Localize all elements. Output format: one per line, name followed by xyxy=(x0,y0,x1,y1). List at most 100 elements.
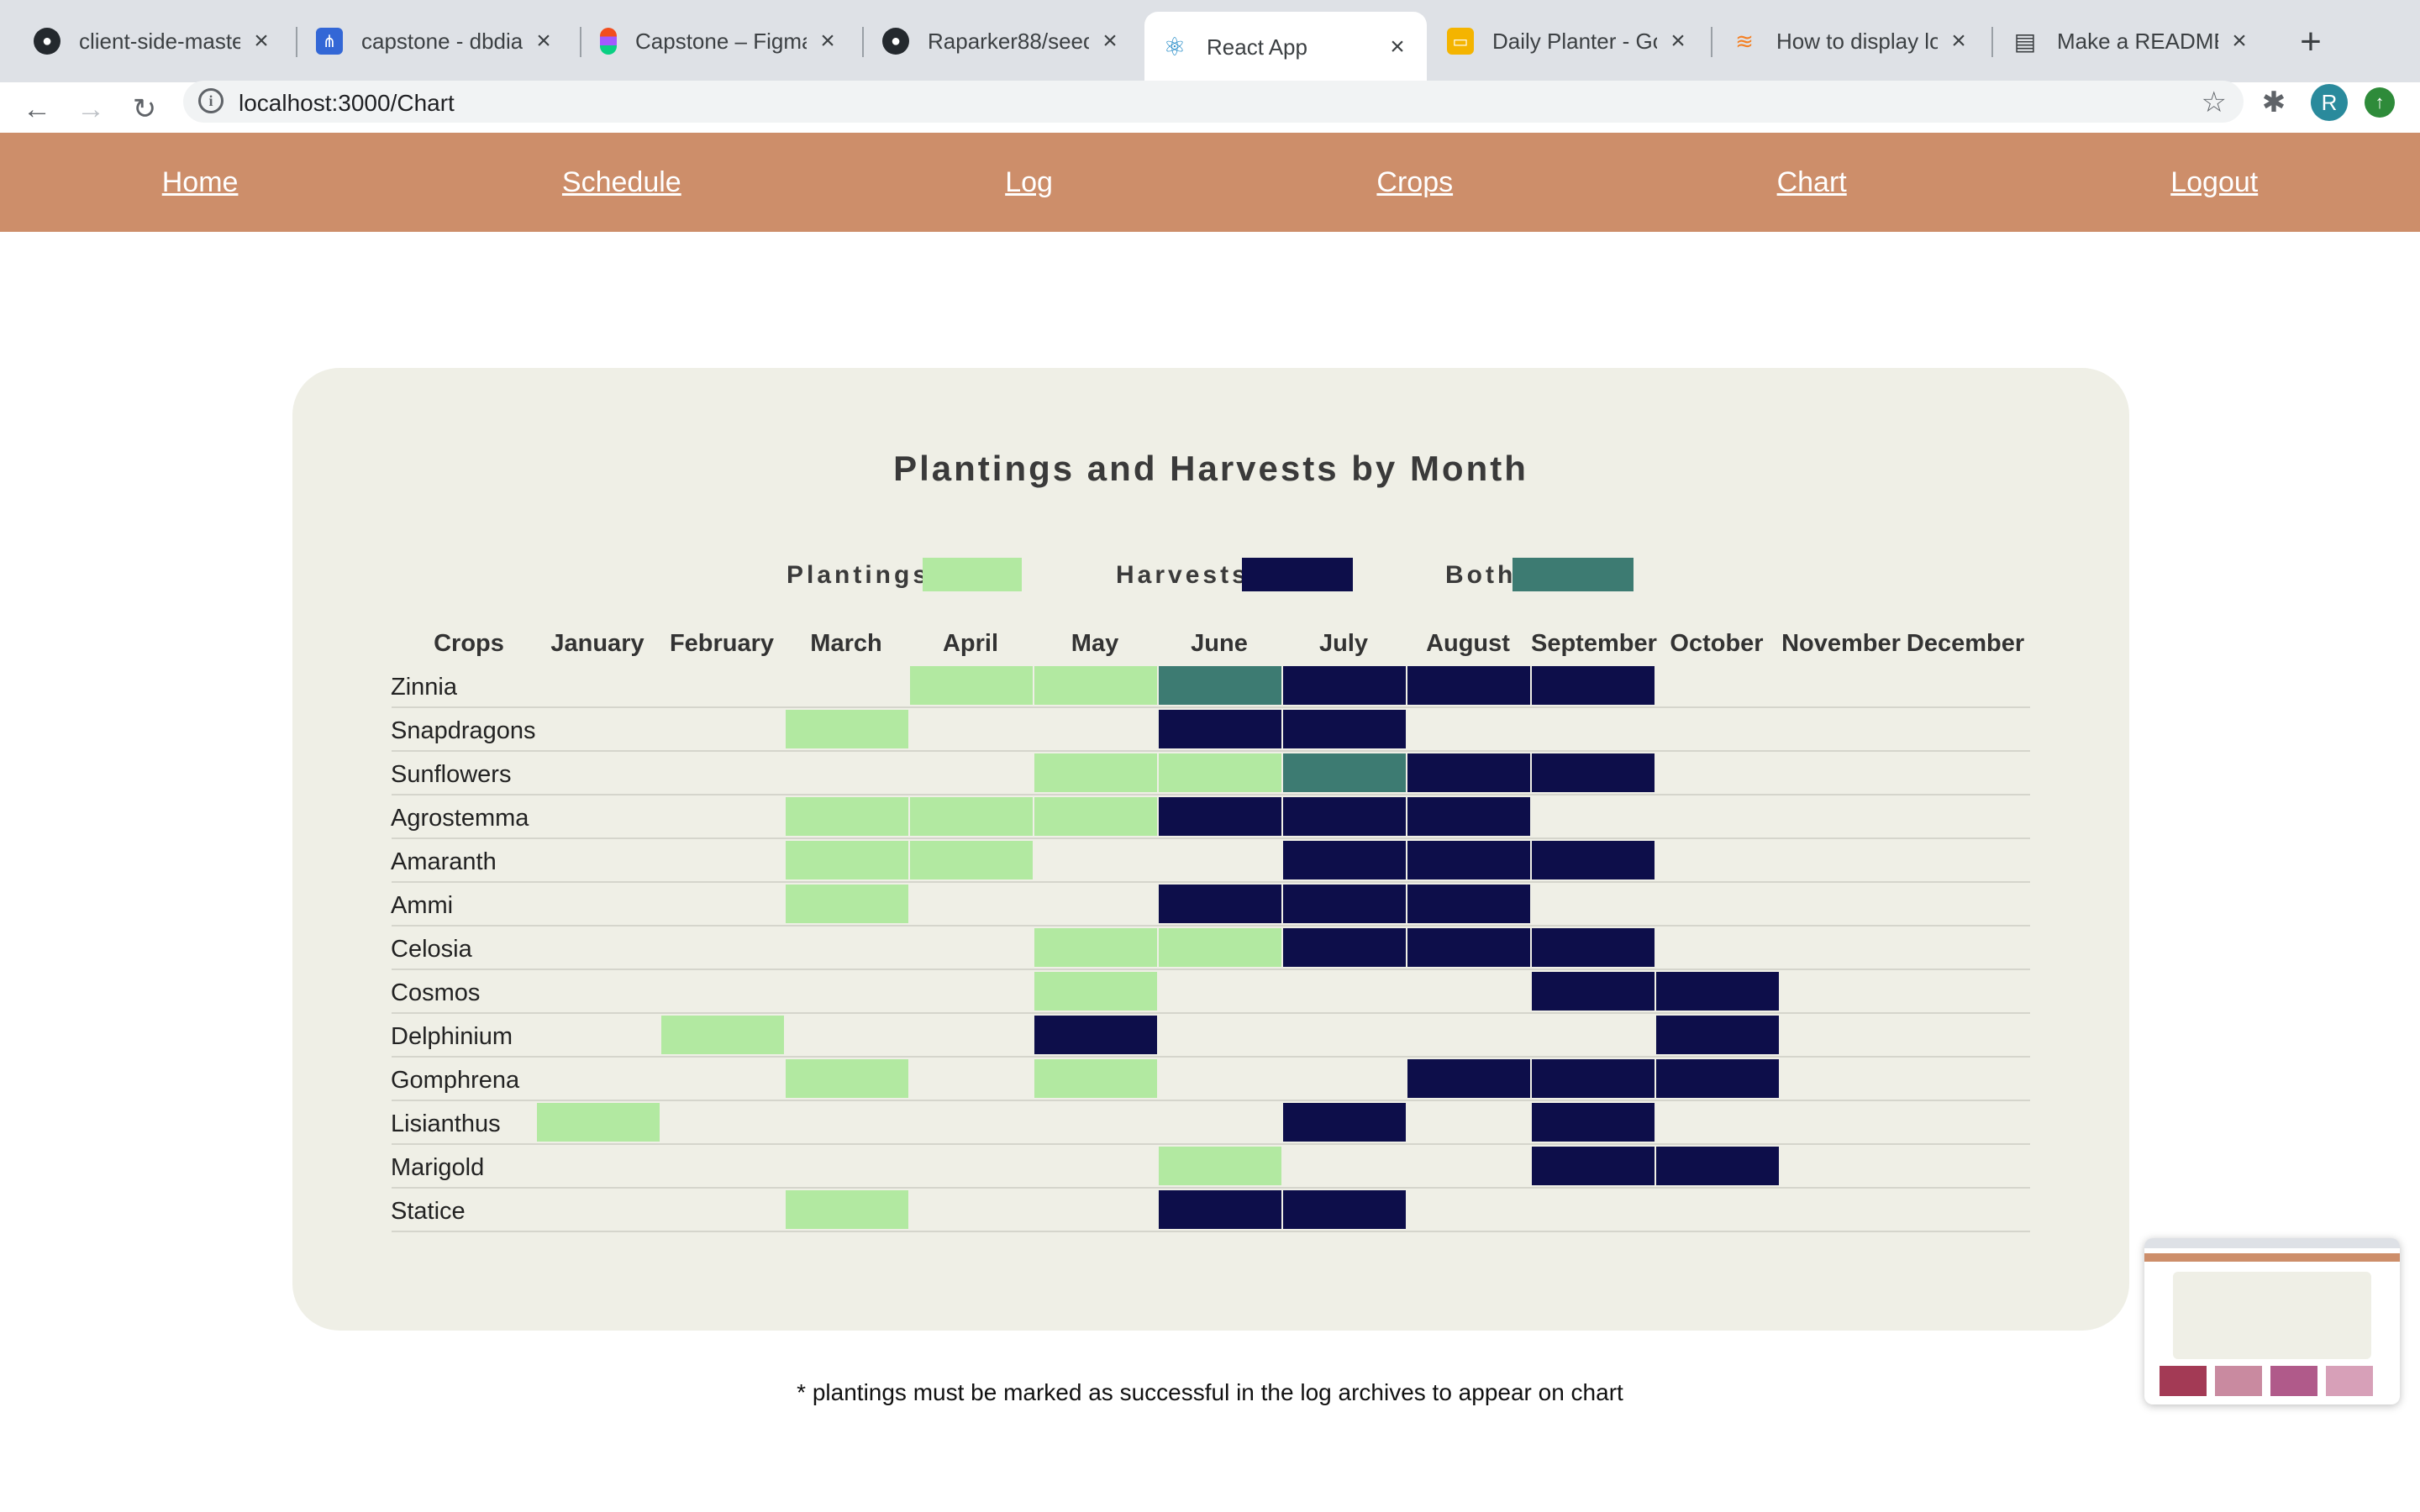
tab-title: client-side-master xyxy=(79,28,240,54)
thumbnail-flower-image xyxy=(2326,1366,2373,1396)
new-tab-button[interactable]: + xyxy=(2294,18,2328,66)
nav-link-home[interactable]: Home xyxy=(162,166,239,199)
planting-cell xyxy=(1159,928,1281,967)
row-divider xyxy=(392,706,2030,708)
browser-tab[interactable]: Capstone – Figma × xyxy=(583,12,857,71)
thumbnail-chrome xyxy=(2144,1238,2400,1248)
legend-harvests-label: Harvests xyxy=(1116,561,1249,589)
harvest-cell xyxy=(1656,1016,1779,1054)
planting-cell xyxy=(786,885,908,923)
harvest-cell xyxy=(1532,928,1655,967)
tab-title: capstone - dbdiag xyxy=(361,28,523,54)
page-preview-thumbnail[interactable] xyxy=(2144,1238,2400,1404)
address-bar[interactable]: i localhost:3000/Chart ☆ xyxy=(183,81,2244,123)
close-icon[interactable]: × xyxy=(249,27,274,55)
extensions-puzzle-icon[interactable]: ✱ xyxy=(2255,84,2292,121)
tab-divider xyxy=(580,27,581,57)
crop-row-label: Celosia xyxy=(391,936,472,963)
crop-row-label: Gomphrena xyxy=(391,1067,520,1094)
planting-cell xyxy=(786,841,908,879)
close-icon[interactable]: × xyxy=(531,27,556,55)
harvest-cell xyxy=(1034,1016,1157,1054)
nav-link-crops[interactable]: Crops xyxy=(1376,166,1453,199)
chart-title: Plantings and Harvests by Month xyxy=(893,449,1528,488)
planting-cell xyxy=(786,797,908,836)
browser-tab[interactable]: ⋔ capstone - dbdiag × xyxy=(299,12,573,71)
url-text: localhost:3000/Chart xyxy=(239,90,455,116)
browser-tab[interactable]: ● client-side-master × xyxy=(17,12,291,71)
browser-tab[interactable]: ≋ How to display loc × xyxy=(1714,12,1988,71)
harvest-cell xyxy=(1656,972,1779,1011)
nav-link-schedule[interactable]: Schedule xyxy=(562,166,681,199)
nav-link-logout[interactable]: Logout xyxy=(2170,166,2258,199)
dbdiagram-icon: ⋔ xyxy=(316,28,343,55)
profile-avatar[interactable]: R xyxy=(2311,84,2348,121)
harvest-cell xyxy=(1532,841,1655,879)
row-divider xyxy=(392,794,2030,795)
browser-tab[interactable]: ▭ Daily Planter - Goo × xyxy=(1430,12,1707,71)
close-icon[interactable]: × xyxy=(1385,33,1410,61)
nav-link-chart[interactable]: Chart xyxy=(1777,166,1847,199)
harvest-cell xyxy=(1532,972,1655,1011)
harvest-cell xyxy=(1532,666,1655,705)
info-icon[interactable]: i xyxy=(198,88,224,113)
figma-icon xyxy=(600,28,617,55)
thumbnail-navbar xyxy=(2144,1253,2400,1262)
planting-cell xyxy=(786,1059,908,1098)
month-column-header: July xyxy=(1318,630,1369,657)
github-icon: ● xyxy=(34,28,60,55)
crops-column-header: Crops xyxy=(434,630,504,657)
app-navbar: Home Schedule Log Crops Chart Logout xyxy=(0,133,2420,232)
row-divider xyxy=(392,1012,2030,1014)
harvest-cell xyxy=(1407,753,1530,792)
browser-tab-strip: ● client-side-master × ⋔ capstone - dbdi… xyxy=(0,0,2420,82)
month-column-header: August xyxy=(1426,630,1510,657)
harvest-cell xyxy=(1532,1059,1655,1098)
nav-link-log[interactable]: Log xyxy=(1005,166,1053,199)
update-arrow-icon[interactable]: ↑ xyxy=(2365,87,2395,118)
reload-icon[interactable]: ↻ xyxy=(124,89,165,129)
harvest-cell xyxy=(1532,1103,1655,1142)
forward-arrow-icon[interactable]: → xyxy=(71,89,111,129)
crop-row-label: Snapdragons xyxy=(391,717,536,744)
browser-tab-active[interactable]: ⚛ React App × xyxy=(1144,12,1427,82)
month-column-header: May xyxy=(1071,630,1119,657)
legend-harvests-swatch xyxy=(1242,558,1353,591)
row-divider xyxy=(392,1100,2030,1101)
both-cell xyxy=(1159,666,1281,705)
row-divider xyxy=(392,969,2030,970)
avatar-initial: R xyxy=(2321,90,2338,115)
planting-cell xyxy=(1034,753,1157,792)
crop-row-label: Lisianthus xyxy=(391,1110,501,1137)
crop-row-label: Amaranth xyxy=(391,848,497,875)
close-icon[interactable]: × xyxy=(2227,27,2252,55)
close-icon[interactable]: × xyxy=(1097,27,1123,55)
harvest-cell xyxy=(1532,1147,1655,1185)
thumbnail-card xyxy=(2173,1272,2371,1359)
harvest-cell xyxy=(1283,666,1406,705)
close-icon[interactable]: × xyxy=(1946,27,1971,55)
browser-tab[interactable]: ▤ Make a README × xyxy=(1995,12,2269,71)
legend-plantings-swatch xyxy=(923,558,1022,591)
month-column-header: September xyxy=(1531,630,1657,657)
row-divider xyxy=(392,1056,2030,1058)
row-divider xyxy=(392,1143,2030,1145)
harvest-cell xyxy=(1407,797,1530,836)
row-divider xyxy=(392,925,2030,927)
harvest-cell xyxy=(1159,885,1281,923)
tab-title: React App xyxy=(1207,34,1307,60)
close-icon[interactable]: × xyxy=(815,27,840,55)
crop-row-label: Delphinium xyxy=(391,1023,513,1050)
chart-card: Plantings and Harvests by Month Planting… xyxy=(292,368,2129,1331)
harvest-cell xyxy=(1283,885,1406,923)
browser-tab[interactable]: ● Raparker88/seedP × xyxy=(865,12,1139,71)
harvest-cell xyxy=(1159,710,1281,748)
close-icon[interactable]: × xyxy=(1665,27,1691,55)
harvest-cell xyxy=(1283,797,1406,836)
both-cell xyxy=(1283,753,1406,792)
back-arrow-icon[interactable]: ← xyxy=(17,89,57,129)
chart-footnote: * plantings must be marked as successful… xyxy=(797,1379,1623,1405)
bookmark-star-icon[interactable]: ☆ xyxy=(2202,86,2227,119)
planting-cell xyxy=(786,710,908,748)
thumbnail-flower-image xyxy=(2270,1366,2317,1396)
